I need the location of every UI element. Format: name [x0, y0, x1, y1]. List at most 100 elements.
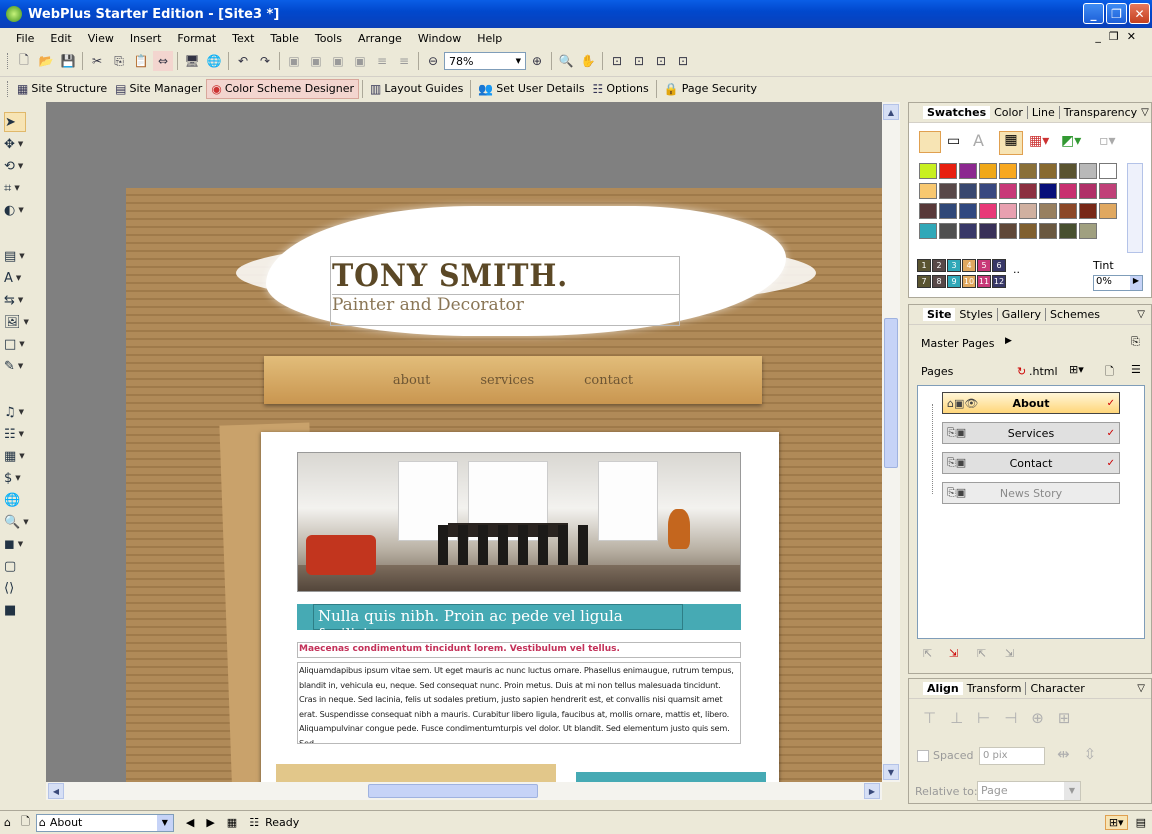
tab-transparency[interactable]: Transparency	[1060, 106, 1141, 119]
distribute-buttons[interactable]: ⇹⇳	[1057, 745, 1110, 763]
color-swatch[interactable]	[979, 183, 997, 199]
color-swatch[interactable]	[919, 223, 937, 239]
refresh-icon[interactable]: ↻	[1017, 365, 1026, 378]
body-text[interactable]: Aliquamdapibus ipsum vitae sem. Ut eget …	[297, 662, 741, 744]
page-properties-icon[interactable]: 🗋	[1105, 363, 1114, 382]
color-swatch[interactable]	[979, 163, 997, 179]
save-icon[interactable]: 💾	[58, 51, 78, 71]
zoom-in-icon[interactable]: ⊕	[527, 51, 547, 71]
set-user-details-button[interactable]: 👥 Set User Details	[474, 79, 588, 99]
menu-text[interactable]: Text	[224, 32, 262, 45]
color-swatch[interactable]	[1019, 223, 1037, 239]
scheme-color-swatch[interactable]: 2	[932, 259, 946, 272]
color-swatch[interactable]	[959, 223, 977, 239]
page-preview-icon[interactable]: ⊡	[607, 51, 627, 71]
page-icon[interactable]: 🗋	[21, 813, 30, 832]
cut-icon[interactable]: ✂	[87, 51, 107, 71]
tab-align[interactable]: Align	[923, 682, 963, 695]
object-view-icon[interactable]: ▤	[1136, 816, 1146, 829]
scheme-color-swatch[interactable]: 8	[932, 275, 946, 288]
nav-contact[interactable]: contact	[584, 373, 633, 388]
master-pages-label[interactable]: Master Pages	[921, 337, 994, 350]
site-subtitle[interactable]: Painter and Decorator	[332, 294, 680, 315]
tab-character[interactable]: Character	[1026, 682, 1088, 695]
menu-tools[interactable]: Tools	[307, 32, 350, 45]
sub-heading[interactable]: Maecenas condimentum tincidunt lorem. Ve…	[297, 642, 741, 658]
scroll-up-icon[interactable]: ▲	[883, 104, 899, 120]
tab-transform[interactable]: Transform	[963, 682, 1027, 695]
color-swatch[interactable]	[939, 223, 957, 239]
text-frame-tool-icon[interactable]: ▤ ▼	[4, 246, 36, 266]
page-node-services[interactable]: ⎘▣ Services ✓	[942, 422, 1120, 444]
full-width-icon[interactable]: ⊡	[651, 51, 671, 71]
document-canvas[interactable]: TONY SMITH. Painter and Decorator about …	[46, 102, 882, 782]
scheme-color-swatch[interactable]: 11	[977, 275, 991, 288]
media-tool-icon[interactable]: ♫ ▼	[4, 402, 36, 422]
color-swatch[interactable]	[959, 203, 977, 219]
shadow-tool-icon[interactable]: ◐ ▼	[4, 200, 36, 220]
pointer-tool-icon[interactable]: ➤	[4, 112, 26, 132]
distribute-icon[interactable]: ≡	[394, 51, 414, 71]
tab-styles[interactable]: Styles	[955, 308, 998, 321]
tab-schemes[interactable]: Schemes	[1046, 308, 1104, 321]
tab-color[interactable]: Color	[990, 106, 1028, 119]
interior-photo[interactable]	[297, 452, 741, 592]
relative-to-select[interactable]: Page ▼	[977, 781, 1081, 801]
scheme-color-swatch[interactable]: 4	[962, 259, 976, 272]
minimize-button[interactable]: _	[1083, 3, 1104, 24]
web-object-icon[interactable]: 🌐	[4, 490, 36, 510]
demote-page-icon[interactable]: ⇲	[1005, 647, 1014, 660]
copy-icon[interactable]: ⎘	[109, 51, 129, 71]
site-manager-button[interactable]: ▤ Site Manager	[111, 79, 206, 99]
actual-size-icon[interactable]: ⊡	[673, 51, 693, 71]
search-tool-icon[interactable]: 🔍 ▼	[4, 512, 36, 532]
spaced-checkbox[interactable]	[917, 749, 929, 762]
scheme-color-swatch[interactable]: 9	[947, 275, 961, 288]
color-swatch[interactable]	[919, 163, 937, 179]
color-swatch[interactable]	[939, 163, 957, 179]
menu-file[interactable]: File	[8, 32, 42, 45]
home-icon[interactable]: ⌂	[4, 816, 11, 829]
color-swatch[interactable]	[1039, 163, 1057, 179]
tab-gallery[interactable]: Gallery	[998, 308, 1046, 321]
scheme-color-swatch[interactable]: 1	[917, 259, 931, 272]
menu-view[interactable]: View	[80, 32, 122, 45]
align-icon[interactable]: ≡	[372, 51, 392, 71]
color-swatch[interactable]	[1019, 203, 1037, 219]
artistic-text-tool-icon[interactable]: A ▼	[4, 268, 36, 288]
web-page[interactable]: TONY SMITH. Painter and Decorator about …	[126, 188, 882, 782]
html-label[interactable]: .html	[1029, 365, 1058, 378]
preview-page-icon[interactable]: ▦	[227, 816, 237, 829]
color-swatch[interactable]	[1059, 183, 1077, 199]
scheme-color-swatch[interactable]: 5	[977, 259, 991, 272]
gallery-tool-icon[interactable]: ▦ ▼	[4, 446, 36, 466]
expand-arrow-icon[interactable]: ▶	[1005, 336, 1012, 346]
toolbar-grip[interactable]	[7, 53, 10, 69]
navigation-bar[interactable]: about services contact	[264, 356, 762, 404]
node-tool-icon[interactable]: ✥ ▼	[4, 134, 36, 154]
standard-palette-icon[interactable]: ▦▾	[1029, 133, 1049, 149]
publish-icon[interactable]: 🌐	[204, 51, 224, 71]
picture-tool-icon[interactable]: 🖼 ▼	[4, 312, 36, 332]
mdi-controls[interactable]: _❐✕	[1095, 30, 1144, 43]
add-page-icon[interactable]: ⊞▾	[1069, 363, 1084, 376]
color-swatch[interactable]	[919, 203, 937, 219]
color-swatch[interactable]	[999, 223, 1017, 239]
menu-format[interactable]: Format	[169, 32, 224, 45]
more-colors[interactable]: ..	[1013, 263, 1020, 276]
line-color-icon[interactable]: ▭	[947, 133, 960, 149]
text-color-icon[interactable]: A	[973, 131, 984, 150]
menu-arrange[interactable]: Arrange	[350, 32, 410, 45]
options-button[interactable]: ☷ Options	[589, 79, 653, 99]
vertical-scroll-thumb[interactable]	[884, 318, 898, 468]
color-swatch[interactable]	[999, 163, 1017, 179]
banner-heading[interactable]: Nulla quis nibh. Proin ac pede vel ligul…	[313, 604, 683, 643]
color-scheme-designer-button[interactable]: ◉ Color Scheme Designer	[206, 78, 360, 99]
zoom-out-icon[interactable]: ⊖	[423, 51, 443, 71]
layout-guides-button[interactable]: ▥ Layout Guides	[366, 79, 467, 99]
open-icon[interactable]: 📂	[36, 51, 56, 71]
document-palette-icon[interactable]: ▦	[999, 131, 1023, 155]
ecommerce-tool-icon[interactable]: $ ▼	[4, 468, 36, 488]
fill-icon[interactable]	[919, 131, 941, 153]
color-swatch[interactable]	[1019, 183, 1037, 199]
